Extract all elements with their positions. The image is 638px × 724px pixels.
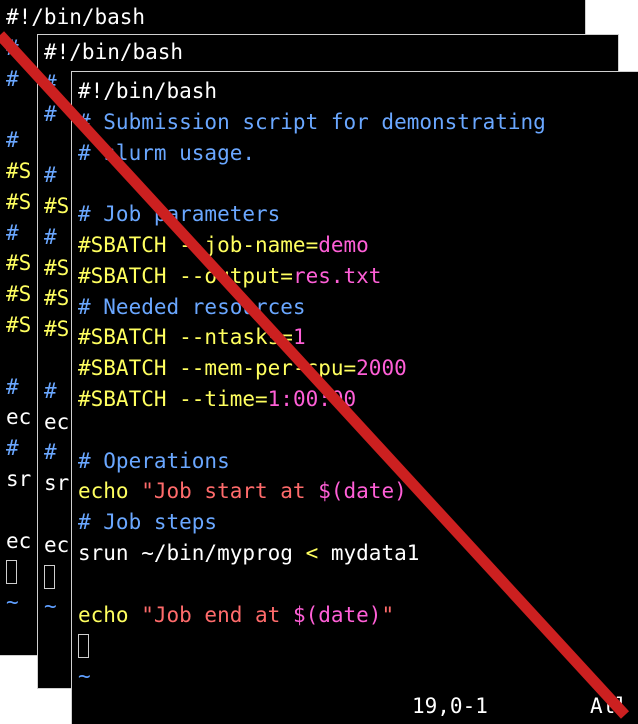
- code-token: # Submission script for demonstrating: [78, 109, 546, 134]
- text-cursor: [78, 634, 89, 659]
- vim-status-line: 19,0-1 All: [72, 694, 638, 724]
- code-token: #SBATCH --time=: [78, 386, 268, 411]
- code-token: $(date): [292, 602, 382, 627]
- text-cursor: [6, 560, 17, 585]
- text-cursor: [44, 564, 55, 589]
- code-line: #SBATCH --time=1:00:00: [78, 384, 638, 415]
- code-token: # Needed resources: [78, 294, 306, 319]
- code-line: # slurm usage.: [78, 138, 638, 169]
- code-line: #!/bin/bash: [6, 2, 585, 33]
- scroll-indicator: All: [590, 694, 628, 718]
- code-line: #SBATCH --output=res.txt: [78, 261, 638, 292]
- code-line: #SBATCH --mem-per-cpu=2000: [78, 353, 638, 384]
- code-token: ec: [6, 405, 32, 430]
- code-token: #S: [6, 312, 32, 337]
- code-token: echo: [78, 479, 142, 504]
- code-token: res.txt: [292, 263, 382, 288]
- code-token: #: [44, 224, 57, 249]
- code-token: ~: [44, 594, 57, 619]
- code-line: # Operations: [78, 446, 638, 477]
- code-token: # Job parameters: [78, 202, 281, 227]
- code-token: #S: [6, 251, 32, 276]
- code-token: ~: [78, 664, 91, 689]
- code-token: #S: [44, 255, 70, 280]
- code-token: #!/bin/bash: [6, 5, 146, 29]
- code-token: ec: [44, 532, 70, 557]
- code-token: ": [381, 602, 395, 627]
- code-line: ~: [78, 661, 638, 692]
- code-token: #: [6, 128, 19, 153]
- code-token: #S: [6, 282, 32, 307]
- code-token: #: [6, 66, 19, 91]
- code-token: # Job steps: [78, 510, 218, 535]
- code-token: ": [406, 479, 420, 504]
- code-line: #SBATCH --job-name=demo: [78, 230, 638, 261]
- code-token: #: [6, 374, 19, 399]
- code-line: #!/bin/bash: [78, 76, 638, 107]
- code-line: #!/bin/bash: [44, 37, 618, 68]
- code-token: 2000: [356, 356, 407, 381]
- code-token: #: [44, 163, 57, 188]
- code-token: "Job start at: [141, 479, 319, 504]
- code-token: 1: [292, 325, 306, 350]
- terminal-window-front[interactable]: #!/bin/bash # Submission script for demon…: [72, 72, 638, 724]
- code-line: # Needed resources: [78, 292, 638, 323]
- code-token: srun ~/bin/myprog: [78, 540, 306, 565]
- code-line: # Job parameters: [78, 199, 638, 230]
- code-token: #: [44, 378, 57, 403]
- code-token: ~: [6, 590, 19, 615]
- code-token: sr: [44, 471, 70, 496]
- code-token: #: [44, 70, 57, 95]
- code-token: ec: [44, 409, 70, 434]
- cursor-position: 19,0-1: [412, 694, 488, 718]
- code-token: #S: [6, 189, 32, 214]
- code-token: #: [6, 436, 19, 461]
- code-token: ec: [6, 528, 32, 553]
- code-line: #SBATCH --ntasks=1: [78, 322, 638, 353]
- code-token: #: [6, 220, 19, 245]
- code-token: "Job end at: [141, 602, 293, 627]
- code-token: #SBATCH --mem-per-cpu=: [78, 356, 357, 381]
- code-token: #S: [44, 317, 70, 342]
- code-token: #S: [44, 286, 70, 311]
- code-token: # Operations: [78, 448, 230, 473]
- code-token: #S: [44, 193, 70, 218]
- code-token: #: [44, 440, 57, 465]
- code-line: # Job steps: [78, 507, 638, 538]
- code-token: #!/bin/bash: [78, 79, 218, 103]
- code-token: sr: [6, 466, 32, 491]
- code-token: 1:00:00: [267, 386, 357, 411]
- code-token: #!/bin/bash: [44, 40, 184, 64]
- code-line: [78, 630, 638, 661]
- code-token: $(date): [318, 479, 407, 504]
- code-lines-front[interactable]: #!/bin/bash # Submission script for demon…: [78, 76, 638, 692]
- code-token: mydata1: [318, 540, 420, 565]
- code-line: echo "Job end at $(date)": [78, 600, 638, 631]
- code-token: echo: [78, 602, 142, 627]
- code-token: demo: [318, 232, 369, 257]
- code-token: #SBATCH --output=: [78, 263, 293, 288]
- code-token: #S: [6, 158, 32, 183]
- code-token: #SBATCH --job-name=: [78, 232, 319, 257]
- code-token: <: [305, 540, 319, 565]
- code-line: echo "Job start at $(date)": [78, 476, 638, 507]
- code-token: #: [6, 35, 19, 60]
- code-token: # slurm usage.: [78, 140, 256, 165]
- code-token: #: [44, 101, 57, 126]
- code-token: #SBATCH --ntasks=: [78, 325, 293, 350]
- code-line: srun ~/bin/myprog < mydata1: [78, 538, 638, 569]
- code-line: # Submission script for demonstrating: [78, 107, 638, 138]
